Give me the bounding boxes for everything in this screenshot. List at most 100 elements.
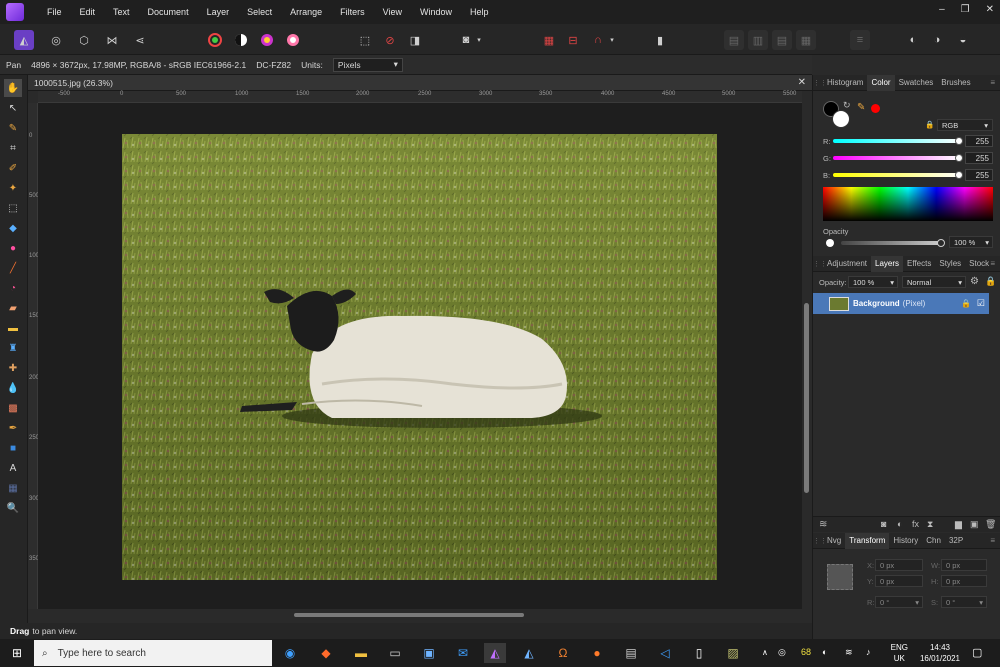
boolean-intersect-icon[interactable]: ◒ bbox=[953, 30, 973, 50]
volume-icon[interactable]: ♪ bbox=[866, 647, 871, 657]
auto-colors-icon[interactable] bbox=[257, 30, 277, 50]
y-input[interactable]: 0 px bbox=[875, 575, 923, 587]
snapping-icon[interactable]: ⊟ bbox=[563, 30, 583, 50]
layer-lock-icon[interactable]: 🔒 bbox=[961, 299, 971, 308]
menu-select[interactable]: Select bbox=[238, 7, 281, 17]
panel-menu-icon[interactable]: ≡ bbox=[990, 78, 995, 87]
menu-window[interactable]: Window bbox=[411, 7, 461, 17]
windows-start-icon[interactable]: ⊞ bbox=[6, 643, 28, 663]
file-explorer-icon[interactable]: ▬ bbox=[350, 643, 372, 663]
align-options-icon[interactable]: ▦ bbox=[796, 30, 816, 50]
notifications-icon[interactable]: ▢ bbox=[972, 646, 982, 659]
pen-tool-icon[interactable]: ✒ bbox=[4, 419, 22, 437]
h-input[interactable]: 0 px bbox=[941, 575, 987, 587]
blue-value-input[interactable]: 255 bbox=[965, 169, 993, 181]
tab-history[interactable]: History bbox=[889, 533, 922, 549]
color-picker-tool-icon[interactable]: ✎ bbox=[4, 119, 22, 137]
tab-styles[interactable]: Styles bbox=[935, 256, 965, 272]
healing-brush-tool-icon[interactable]: ✚ bbox=[4, 359, 22, 377]
menu-file[interactable]: File bbox=[38, 7, 71, 17]
edge-browser-icon[interactable]: ◉ bbox=[279, 643, 301, 663]
auto-white-balance-icon[interactable] bbox=[283, 30, 303, 50]
fx-icon[interactable]: fx bbox=[912, 519, 919, 529]
quick-mask-icon[interactable]: ◙ bbox=[456, 30, 476, 50]
add-pixel-layer-icon[interactable]: ▣ bbox=[970, 519, 979, 530]
speaker-device-icon[interactable]: ◎ bbox=[778, 647, 786, 658]
tab-brushes[interactable]: Brushes bbox=[937, 75, 974, 91]
taskbar-clock[interactable]: 14:43 16/01/2021 bbox=[920, 642, 960, 664]
boolean-add-icon[interactable]: ◐ bbox=[903, 30, 923, 50]
color-opacity-slider[interactable] bbox=[841, 241, 941, 245]
develop-persona-icon[interactable]: ⬡ bbox=[74, 30, 94, 50]
tab-swatches[interactable]: Swatches bbox=[895, 75, 938, 91]
snapping-dropdown-icon[interactable]: ▾ bbox=[607, 30, 617, 50]
red-slider[interactable] bbox=[833, 139, 961, 143]
menu-help[interactable]: Help bbox=[461, 7, 498, 17]
artistic-text-tool-icon[interactable]: A bbox=[4, 459, 22, 477]
language-indicator[interactable]: ENG UK bbox=[891, 642, 908, 664]
panel-menu-icon[interactable]: ≡ bbox=[990, 536, 995, 545]
store-icon[interactable]: ▣ bbox=[418, 643, 440, 663]
menu-layer[interactable]: Layer bbox=[198, 7, 239, 17]
w-input[interactable]: 0 px bbox=[941, 559, 987, 571]
gradient-tool-icon[interactable]: ● bbox=[4, 239, 22, 257]
adjustment-layer-icon[interactable]: ◐ bbox=[897, 519, 902, 529]
swap-colors-icon[interactable]: ↻ bbox=[843, 100, 851, 111]
zoom-tool-icon[interactable]: 🔍 bbox=[4, 499, 22, 517]
magnet-snapping-icon[interactable]: ∩ bbox=[588, 30, 608, 50]
menu-filters[interactable]: Filters bbox=[331, 7, 374, 17]
mesh-warp-tool-icon[interactable]: ▦ bbox=[4, 479, 22, 497]
tab-navigator[interactable]: Nvg bbox=[823, 533, 845, 549]
terminal-icon[interactable]: ▭ bbox=[384, 643, 406, 663]
vscode-icon[interactable]: ◁ bbox=[654, 643, 676, 663]
layer-row-background[interactable]: Background (Pixel) 🔒 ☑ bbox=[813, 293, 989, 314]
tab-layers[interactable]: Layers bbox=[871, 255, 904, 272]
red-slider-knob[interactable] bbox=[955, 137, 963, 145]
mask-layer-icon[interactable]: ◙ bbox=[881, 519, 886, 529]
blue-slider[interactable] bbox=[833, 173, 961, 177]
align-center-icon[interactable]: ▥ bbox=[748, 30, 768, 50]
green-slider-knob[interactable] bbox=[955, 154, 963, 162]
horizontal-scroll-thumb[interactable] bbox=[294, 613, 524, 617]
menu-text[interactable]: Text bbox=[104, 7, 139, 17]
tab-32p[interactable]: 32P bbox=[945, 533, 967, 549]
green-slider[interactable] bbox=[833, 156, 961, 160]
menu-document[interactable]: Document bbox=[139, 7, 198, 17]
auto-levels-icon[interactable] bbox=[205, 30, 225, 50]
vertical-scrollbar[interactable] bbox=[802, 103, 812, 609]
view-pan-tool-icon[interactable]: ✋ bbox=[4, 79, 22, 97]
taskbar-search-box[interactable]: ⌕ Type here to search bbox=[34, 640, 272, 666]
blend-mode-dropdown[interactable]: Normal ▾ bbox=[902, 276, 966, 288]
color-replacement-tool-icon[interactable]: ◔ bbox=[4, 279, 22, 297]
tab-adjustment[interactable]: Adjustment bbox=[823, 256, 871, 272]
deselect-icon[interactable]: ⊘ bbox=[380, 30, 400, 50]
menu-view[interactable]: View bbox=[374, 7, 411, 17]
x-input[interactable]: 0 px bbox=[875, 559, 923, 571]
rectangular-marquee-tool-icon[interactable]: ⬚ bbox=[4, 199, 22, 217]
paint-brush-tool-icon[interactable]: ╱ bbox=[4, 259, 22, 277]
blue-slider-knob[interactable] bbox=[955, 171, 963, 179]
wifi-icon[interactable]: ≋ bbox=[845, 647, 853, 658]
show-hidden-icons-icon[interactable]: ∧ bbox=[762, 648, 768, 657]
flood-fill-tool-icon[interactable]: ◆ bbox=[4, 219, 22, 237]
shear-input[interactable]: 0 ° ▾ bbox=[941, 596, 987, 608]
group-layers-icon[interactable]: ▆ bbox=[955, 519, 962, 530]
tab-channels[interactable]: Chn bbox=[922, 533, 945, 549]
document-tab[interactable]: 1000515.jpg (26.3%) ✕ bbox=[28, 75, 812, 91]
quick-mask-dropdown-icon[interactable]: ▾ bbox=[474, 30, 484, 50]
flood-select-tool-icon[interactable]: ✦ bbox=[4, 179, 22, 197]
rectangle-tool-icon[interactable]: ■ bbox=[4, 439, 22, 457]
menu-edit[interactable]: Edit bbox=[71, 7, 105, 17]
rotation-input[interactable]: 0 ° ▾ bbox=[875, 596, 923, 608]
close-button[interactable]: ✕ bbox=[986, 4, 994, 15]
tab-transform[interactable]: Transform bbox=[845, 532, 890, 549]
red-value-input[interactable]: 255 bbox=[965, 135, 993, 147]
menu-arrange[interactable]: Arrange bbox=[281, 7, 331, 17]
boolean-subtract-icon[interactable]: ◑ bbox=[927, 30, 947, 50]
move-tool-icon[interactable]: ↖ bbox=[4, 99, 22, 117]
align-right-icon[interactable]: ▤ bbox=[772, 30, 792, 50]
lock-icon[interactable]: 🔒 bbox=[925, 120, 934, 129]
firefox-icon[interactable]: ● bbox=[586, 643, 608, 663]
affinity-designer-taskbar-icon[interactable]: ◭ bbox=[518, 643, 540, 663]
photo-persona-icon[interactable]: ◭ bbox=[14, 30, 34, 50]
